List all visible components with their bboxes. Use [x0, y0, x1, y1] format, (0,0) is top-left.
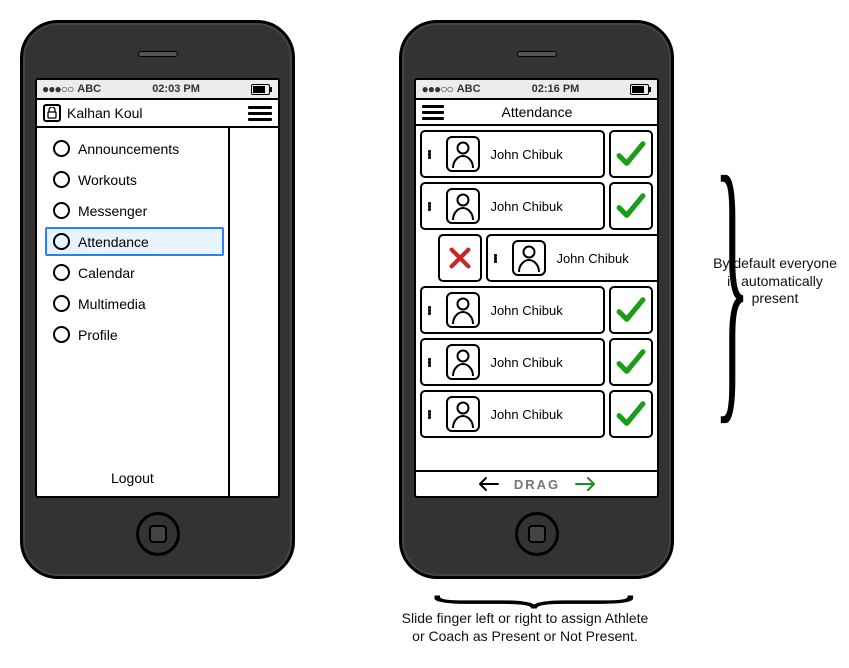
present-icon [609, 390, 653, 438]
person-card[interactable]: John Chibuk [420, 390, 605, 438]
radio-icon [53, 171, 70, 188]
sidebar-item-workouts[interactable]: Workouts [45, 165, 224, 194]
logout-button[interactable]: Logout [37, 460, 230, 496]
sidebar-item-label: Attendance [78, 234, 149, 250]
battery-icon [630, 84, 652, 95]
phone-frame-left: ●●●○○ ABC 02:03 PM Kalhan Koul Announcem… [20, 20, 295, 579]
avatar-icon [446, 344, 480, 380]
status-bar: ●●●○○ ABC 02:03 PM [37, 80, 278, 100]
page-title: Attendance [502, 104, 573, 120]
attendance-row[interactable]: John Chibuk [420, 338, 653, 386]
hamburger-icon[interactable] [422, 105, 444, 120]
person-name-label: John Chibuk [490, 355, 562, 370]
avatar-icon [446, 292, 480, 328]
present-icon [609, 338, 653, 386]
status-bar: ●●●○○ ABC 02:16 PM [416, 80, 657, 100]
person-name-label: John Chibuk [490, 199, 562, 214]
radio-icon [53, 295, 70, 312]
sidebar-item-multimedia[interactable]: Multimedia [45, 289, 224, 318]
person-card[interactable]: John Chibuk [420, 182, 605, 230]
clock-label: 02:16 PM [532, 83, 580, 95]
present-icon [609, 130, 653, 178]
arrow-left-icon [478, 476, 500, 492]
person-card[interactable]: John Chibuk [420, 286, 605, 334]
arrow-right-icon [574, 476, 596, 492]
radio-icon [53, 326, 70, 343]
attendance-row[interactable]: John Chibuk [420, 286, 653, 334]
radio-icon [53, 264, 70, 281]
phone-speaker [138, 51, 178, 57]
lock-icon [43, 104, 61, 122]
person-card[interactable]: John Chibuk [420, 130, 605, 178]
user-name-label: Kalhan Koul [67, 105, 143, 121]
sidebar-item-label: Announcements [78, 141, 179, 157]
screen-left: ●●●○○ ABC 02:03 PM Kalhan Koul Announcem… [35, 78, 280, 498]
person-name-label: John Chibuk [490, 407, 562, 422]
sidebar-item-calendar[interactable]: Calendar [45, 258, 224, 287]
attendance-list: John Chibuk John Chibuk John Chibuk John Ch… [416, 126, 657, 470]
signal-dots-icon: ●●●○○ [42, 82, 73, 96]
drag-handle-icon[interactable] [494, 254, 500, 263]
sidebar-item-announcements[interactable]: Announcements [45, 134, 224, 163]
carrier-label: ABC [77, 83, 101, 95]
drag-handle-icon[interactable] [428, 358, 434, 367]
absent-icon [438, 234, 482, 282]
radio-icon [53, 233, 70, 250]
home-button[interactable] [136, 512, 180, 556]
drag-handle-icon[interactable] [428, 410, 434, 419]
person-name-label: John Chibuk [490, 147, 562, 162]
drag-handle-icon[interactable] [428, 202, 434, 211]
sidebar-item-profile[interactable]: Profile [45, 320, 224, 349]
attendance-row[interactable]: John Chibuk [420, 182, 653, 230]
attendance-row[interactable]: John Chibuk [438, 234, 657, 282]
phone-speaker [517, 51, 557, 57]
sidebar-header: Kalhan Koul [37, 100, 278, 128]
person-card[interactable]: John Chibuk [420, 338, 605, 386]
sidebar-menu: Announcements Workouts Messenger Attendance… [37, 128, 278, 496]
person-card[interactable]: John Chibuk [486, 234, 657, 282]
present-icon [609, 286, 653, 334]
person-name-label: John Chibuk [556, 251, 628, 266]
avatar-icon [446, 188, 480, 224]
drag-hint-bar: DRAG [416, 470, 657, 496]
sidebar-item-label: Workouts [78, 172, 137, 188]
annotation-right: By default everyone is automatically pre… [710, 255, 840, 308]
screen-right: ●●●○○ ABC 02:16 PM Attendance John Chibu… [414, 78, 659, 498]
radio-icon [53, 202, 70, 219]
sidebar-item-label: Messenger [78, 203, 147, 219]
avatar-icon [512, 240, 546, 276]
logout-label: Logout [111, 470, 154, 486]
drag-handle-icon[interactable] [428, 150, 434, 159]
radio-icon [53, 140, 70, 157]
clock-label: 02:03 PM [152, 83, 200, 95]
avatar-icon [446, 396, 480, 432]
attendance-header: Attendance [416, 100, 657, 126]
present-icon [609, 182, 653, 230]
sidebar-item-attendance[interactable]: Attendance [45, 227, 224, 256]
avatar-icon [446, 136, 480, 172]
sidebar-item-messenger[interactable]: Messenger [45, 196, 224, 225]
drag-handle-icon[interactable] [428, 306, 434, 315]
attendance-row[interactable]: John Chibuk [420, 390, 653, 438]
attendance-row[interactable]: John Chibuk [420, 130, 653, 178]
sidebar-item-label: Multimedia [78, 296, 146, 312]
hamburger-icon[interactable] [248, 106, 272, 121]
sidebar-item-label: Profile [78, 327, 118, 343]
home-button[interactable] [515, 512, 559, 556]
signal-dots-icon: ●●●○○ [421, 82, 452, 96]
carrier-label: ABC [457, 83, 481, 95]
drag-label: DRAG [514, 477, 560, 492]
sidebar-item-label: Calendar [78, 265, 135, 281]
phone-frame-right: ●●●○○ ABC 02:16 PM Attendance John Chibu… [399, 20, 674, 579]
annotation-bottom: Slide finger left or right to assign Ath… [400, 610, 650, 645]
person-name-label: John Chibuk [490, 303, 562, 318]
battery-icon [251, 84, 273, 95]
